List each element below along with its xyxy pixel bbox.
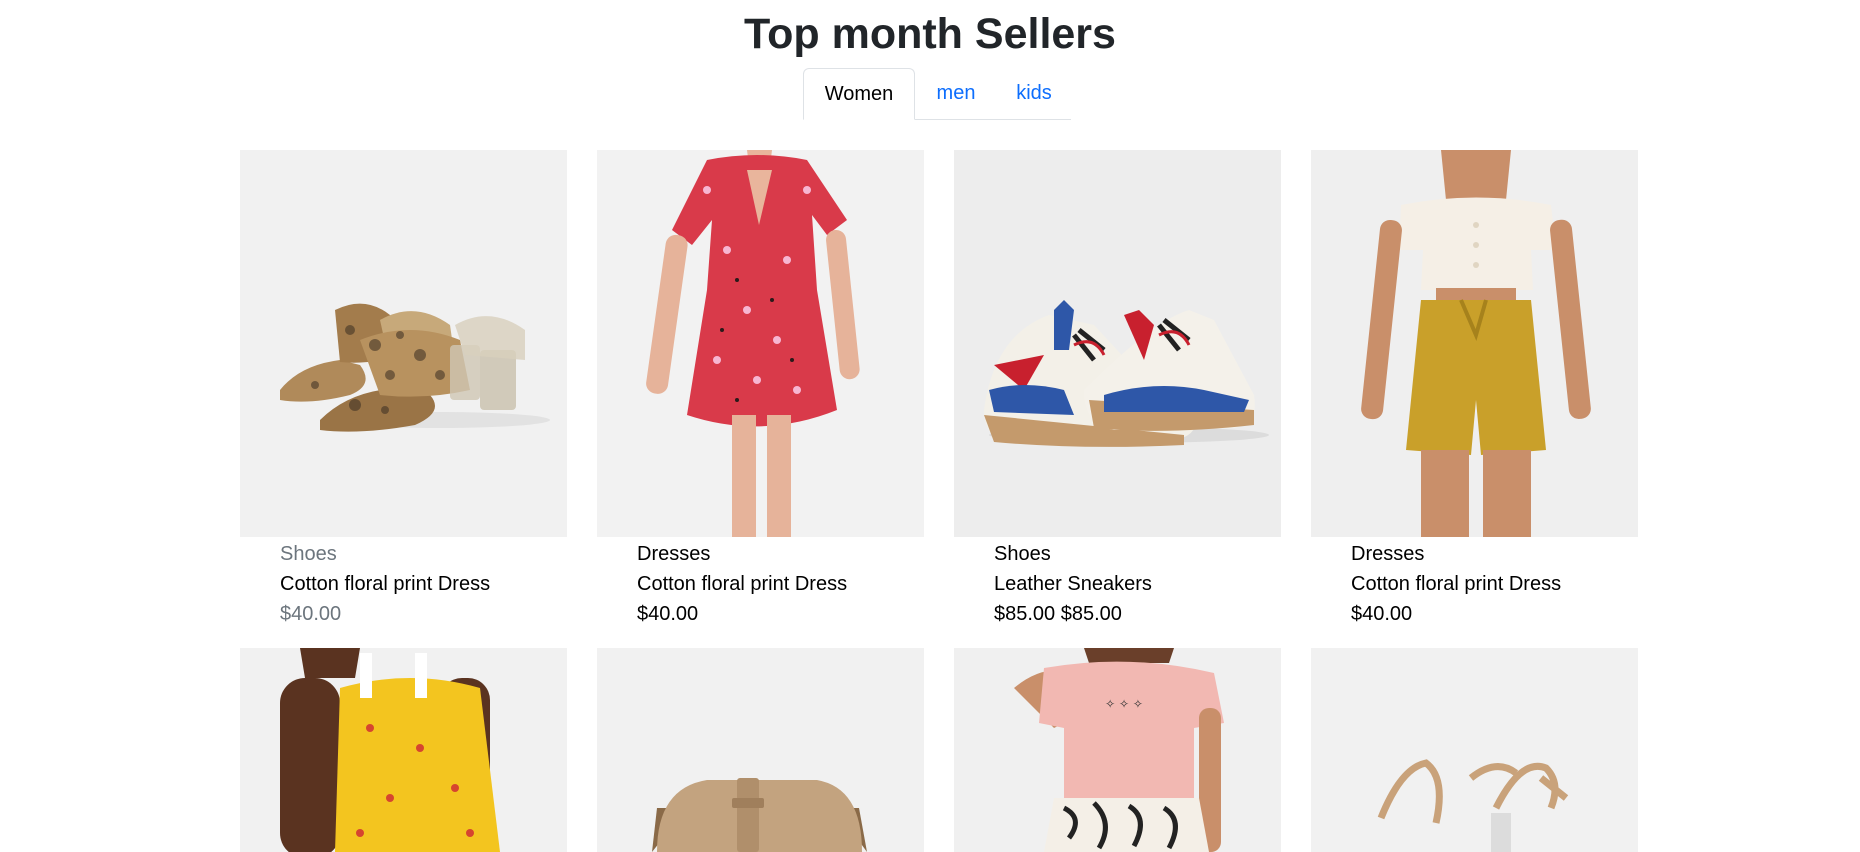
product-category: Dresses xyxy=(637,543,711,565)
page-title: Top month Sellers xyxy=(744,10,1116,58)
product-category: Shoes xyxy=(994,543,1051,565)
tab-men[interactable]: men xyxy=(915,68,997,119)
chunky-sneakers-icon[interactable] xyxy=(954,150,1281,537)
floral-dress-model-icon[interactable] xyxy=(597,150,924,537)
product-category: Dresses xyxy=(1351,543,1425,565)
product-price: $40.00 xyxy=(280,603,342,625)
product-price: $40.00 xyxy=(1351,603,1413,625)
tan-crossbody-bag-icon[interactable] xyxy=(597,648,924,852)
snake-print-mule-sandals-icon[interactable] xyxy=(240,150,567,537)
category-tabs: Women men kids xyxy=(803,68,1071,120)
product-category: Shoes xyxy=(280,543,337,565)
pink-tshirt-zebra-skirt-model-icon[interactable]: ✧ ✧ ✧ xyxy=(954,648,1281,852)
strappy-heel-sandal-icon[interactable] xyxy=(1311,648,1638,852)
off-shoulder-top-shorts-model-icon[interactable] xyxy=(1311,150,1638,537)
tab-kids[interactable]: kids xyxy=(997,68,1071,119)
product-name[interactable]: Leather Sneakers xyxy=(994,569,1152,599)
product-price: $40.00 xyxy=(637,603,699,625)
tab-women[interactable]: Women xyxy=(803,68,915,120)
svg-text:✧ ✧ ✧: ✧ ✧ ✧ xyxy=(1105,697,1143,711)
product-name[interactable]: Cotton floral print Dress xyxy=(280,569,490,599)
product-name[interactable]: Cotton floral print Dress xyxy=(1351,569,1561,599)
product-price: $85.00 $85.00 xyxy=(994,603,1122,625)
yellow-floral-dress-model-icon[interactable] xyxy=(240,648,567,852)
product-name[interactable]: Cotton floral print Dress xyxy=(637,569,847,599)
